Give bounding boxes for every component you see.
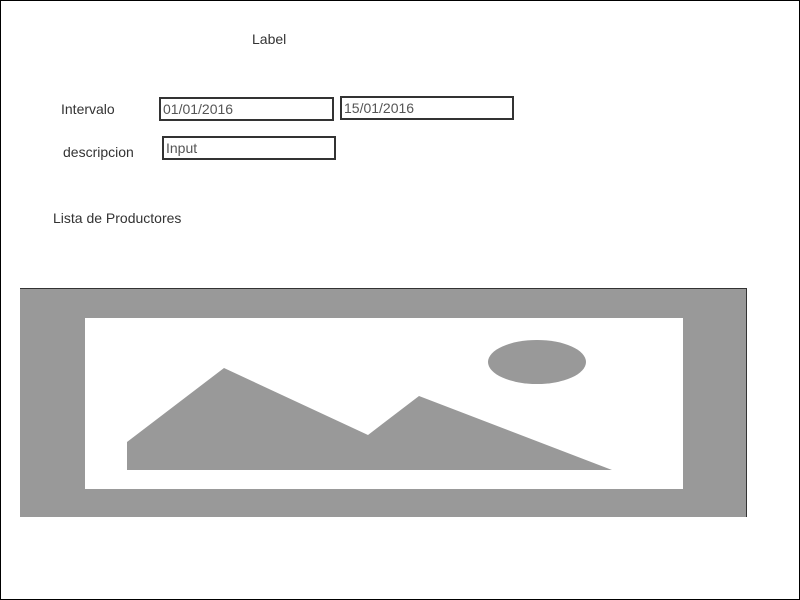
interval-end-input[interactable] <box>340 96 514 120</box>
interval-start-input[interactable] <box>159 97 334 121</box>
interval-label: Intervalo <box>61 101 115 117</box>
image-placeholder-icon <box>20 288 747 517</box>
description-input[interactable] <box>162 136 336 160</box>
producers-list-label: Lista de Productores <box>53 210 182 226</box>
producers-list-image <box>20 288 747 517</box>
header-label: Label <box>252 31 287 47</box>
description-label: descripcion <box>63 144 134 160</box>
